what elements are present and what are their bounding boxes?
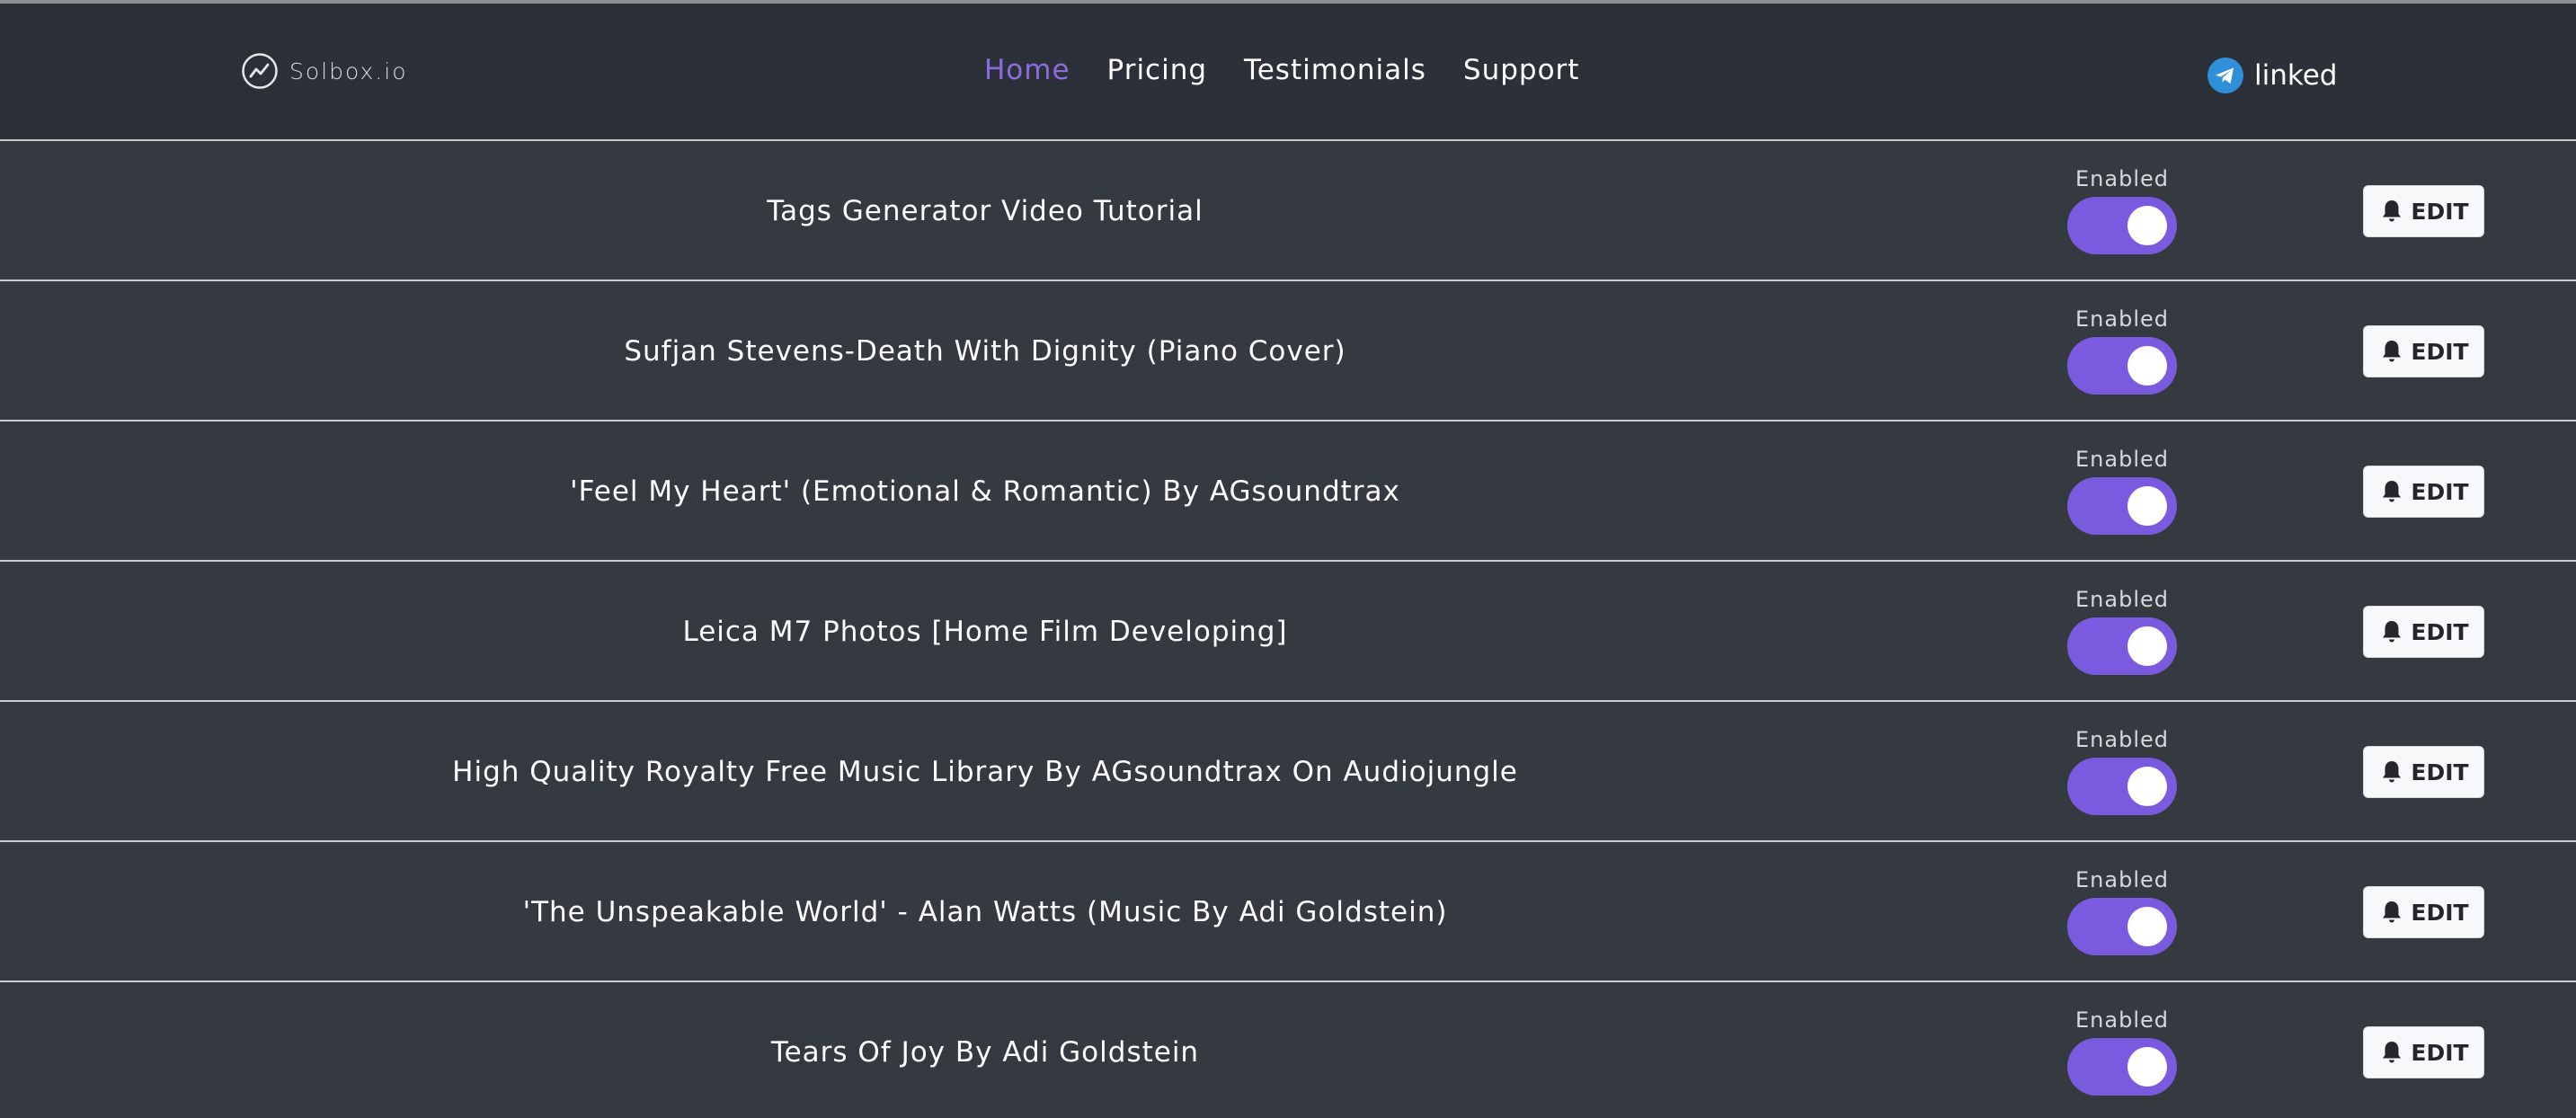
video-list: Tags Generator Video Tutorial Enabled ED…: [0, 141, 2576, 1118]
toggle-knob: [2127, 907, 2167, 946]
toggle-label: Enabled: [2075, 306, 2169, 332]
edit-label: EDIT: [2411, 478, 2469, 505]
edit-button[interactable]: EDIT: [2363, 1026, 2484, 1078]
brand-name: Solbox.io: [289, 58, 408, 84]
status-toggle-group: Enabled: [2067, 867, 2177, 955]
edit-label: EDIT: [2411, 899, 2469, 926]
nav-testimonials[interactable]: Testimonials: [1244, 54, 1426, 86]
list-item: Leica M7 Photos [Home Film Developing] E…: [0, 562, 2576, 702]
video-title: 'The Unspeakable World' - Alan Watts (Mu…: [522, 896, 1448, 928]
toggle-label: Enabled: [2075, 447, 2169, 472]
telegram-label: linked: [2254, 59, 2338, 92]
toggle-knob: [2127, 486, 2167, 526]
status-toggle-group: Enabled: [2067, 587, 2177, 675]
status-toggle-group: Enabled: [2067, 727, 2177, 815]
chart-circle-icon: [242, 53, 278, 89]
toggle-label: Enabled: [2075, 867, 2169, 892]
video-title: Leica M7 Photos [Home Film Developing]: [682, 616, 1288, 648]
bell-icon: [2383, 1042, 2402, 1063]
video-title: Tears Of Joy By Adi Goldstein: [770, 1036, 1200, 1069]
main-nav: Home Pricing Testimonials Support: [984, 54, 1579, 86]
edit-button[interactable]: EDIT: [2363, 325, 2484, 377]
nav-pricing[interactable]: Pricing: [1107, 54, 1208, 86]
enabled-toggle[interactable]: [2067, 898, 2177, 955]
enabled-toggle[interactable]: [2067, 477, 2177, 535]
status-toggle-group: Enabled: [2067, 166, 2177, 254]
list-item: Tags Generator Video Tutorial Enabled ED…: [0, 141, 2576, 281]
video-title: High Quality Royalty Free Music Library …: [452, 756, 1518, 788]
enabled-toggle[interactable]: [2067, 617, 2177, 675]
bell-icon: [2383, 621, 2402, 643]
bell-icon: [2383, 341, 2402, 362]
list-item: Tears Of Joy By Adi Goldstein Enabled ED…: [0, 982, 2576, 1118]
toggle-label: Enabled: [2075, 166, 2169, 191]
enabled-toggle[interactable]: [2067, 337, 2177, 395]
bell-icon: [2383, 481, 2402, 502]
status-toggle-group: Enabled: [2067, 447, 2177, 535]
edit-button[interactable]: EDIT: [2363, 466, 2484, 518]
edit-button[interactable]: EDIT: [2363, 185, 2484, 237]
edit-button[interactable]: EDIT: [2363, 606, 2484, 658]
enabled-toggle[interactable]: [2067, 1038, 2177, 1096]
telegram-icon: [2207, 58, 2243, 93]
list-item: 'Feel My Heart' (Emotional & Romantic) B…: [0, 421, 2576, 562]
toggle-knob: [2127, 206, 2167, 245]
edit-label: EDIT: [2411, 618, 2469, 645]
toggle-label: Enabled: [2075, 587, 2169, 612]
video-title: Tags Generator Video Tutorial: [767, 195, 1204, 227]
toggle-label: Enabled: [2075, 727, 2169, 752]
list-item: 'The Unspeakable World' - Alan Watts (Mu…: [0, 842, 2576, 982]
toggle-knob: [2127, 626, 2167, 666]
video-title: Sufjan Stevens-Death With Dignity (Piano…: [624, 335, 1346, 368]
edit-label: EDIT: [2411, 338, 2469, 365]
status-toggle-group: Enabled: [2067, 306, 2177, 395]
video-title: 'Feel My Heart' (Emotional & Romantic) B…: [570, 475, 1400, 508]
nav-support[interactable]: Support: [1463, 54, 1580, 86]
edit-label: EDIT: [2411, 198, 2469, 225]
status-toggle-group: Enabled: [2067, 1007, 2177, 1096]
telegram-link[interactable]: linked: [2207, 58, 2337, 93]
list-item: High Quality Royalty Free Music Library …: [0, 702, 2576, 842]
toggle-knob: [2127, 346, 2167, 386]
brand-logo[interactable]: Solbox.io: [241, 52, 408, 90]
edit-label: EDIT: [2411, 759, 2469, 785]
enabled-toggle[interactable]: [2067, 197, 2177, 254]
page: Solbox.io Home Pricing Testimonials Supp…: [0, 0, 2576, 1118]
bell-icon: [2383, 200, 2402, 222]
enabled-toggle[interactable]: [2067, 758, 2177, 815]
nav-home[interactable]: Home: [984, 54, 1070, 86]
toggle-knob: [2127, 1047, 2167, 1087]
edit-label: EDIT: [2411, 1039, 2469, 1066]
edit-button[interactable]: EDIT: [2363, 746, 2484, 798]
edit-button[interactable]: EDIT: [2363, 886, 2484, 938]
bell-icon: [2383, 901, 2402, 923]
toggle-knob: [2127, 767, 2167, 806]
list-item: Sufjan Stevens-Death With Dignity (Piano…: [0, 281, 2576, 421]
bell-icon: [2383, 761, 2402, 783]
toggle-label: Enabled: [2075, 1007, 2169, 1033]
navbar: Solbox.io Home Pricing Testimonials Supp…: [0, 4, 2576, 141]
